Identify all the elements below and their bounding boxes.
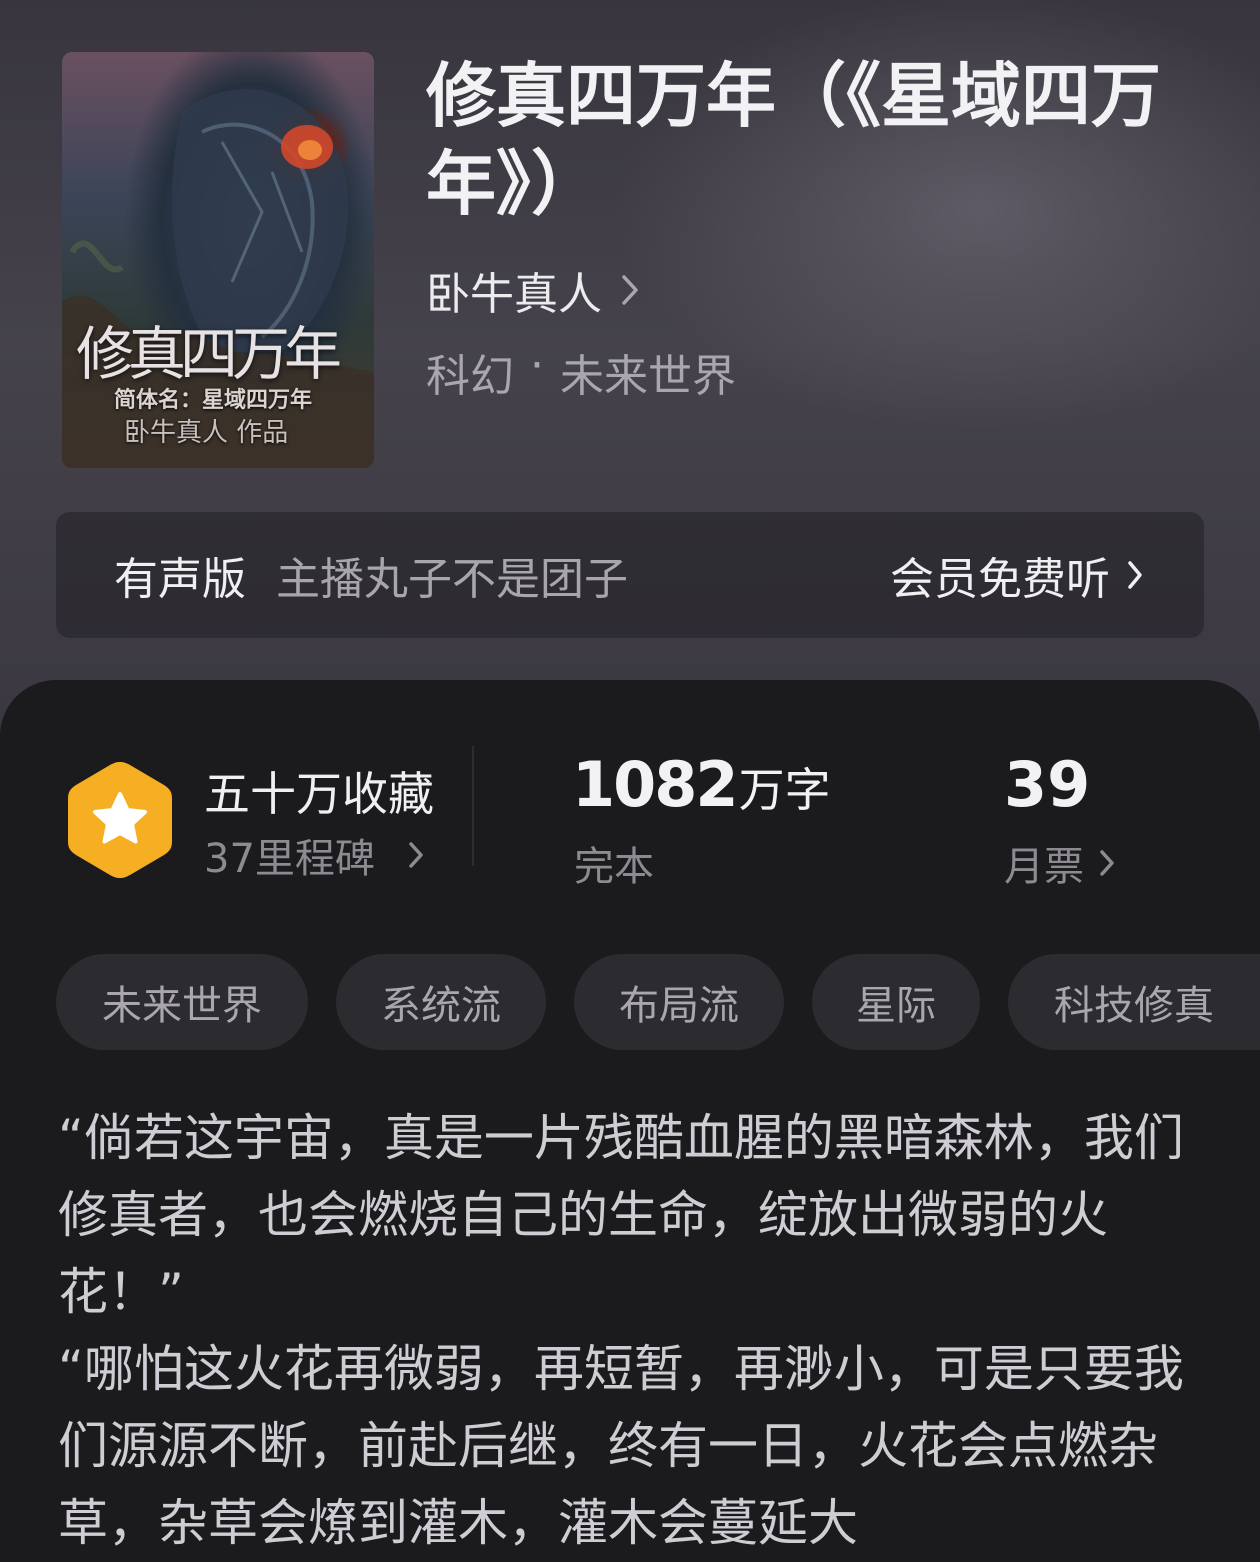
word-count-unit: 万字 xyxy=(738,763,831,817)
synopsis-paragraph: “哪怕这火花再微弱，再短暂，再渺小，可是只要我们源源不断，前赴后继，终有一日，火… xyxy=(58,1340,1184,1552)
audio-host: 主播丸子不是团子 xyxy=(276,554,628,605)
book-synopsis[interactable]: “倘若这宇宙，真是一片残酷血腥的黑暗森林，我们修真者，也会燃烧自己的生命，绽放出… xyxy=(58,1100,1208,1562)
tag-chip[interactable]: 布局流 xyxy=(574,954,784,1050)
genre-separator: · xyxy=(530,340,544,391)
chevron-right-icon xyxy=(409,842,423,868)
word-count-value: 1082 xyxy=(572,748,739,821)
cover-byline: 卧牛真人 作品 xyxy=(124,418,289,448)
monthly-tickets-link[interactable]: 月票 xyxy=(1004,834,1116,892)
chevron-right-icon xyxy=(1128,561,1142,589)
book-cover[interactable]: 修真四万年 简体名：星域四万年 卧牛真人 作品 xyxy=(62,52,374,468)
author-link[interactable]: 卧牛真人 xyxy=(426,258,640,322)
stats-divider xyxy=(472,746,474,866)
chevron-right-icon xyxy=(622,275,638,305)
completion-status: 完本 xyxy=(574,844,654,890)
audio-label: 有声版 xyxy=(114,554,246,605)
cover-title: 修真四万年 xyxy=(76,320,342,388)
author-name: 卧牛真人 xyxy=(426,269,602,320)
tag-chip[interactable]: 科技修真 xyxy=(1008,954,1260,1050)
genre-info: 科幻 · 未来世界 xyxy=(426,340,736,404)
milestones-link[interactable]: 37里程碑 xyxy=(204,826,425,884)
synopsis-paragraph: “倘若这宇宙，真是一片残酷血腥的黑暗森林，我们修真者，也会燃烧自己的生命，绽放出… xyxy=(58,1109,1184,1321)
tag-chip[interactable]: 系统流 xyxy=(336,954,546,1050)
free-listen-button[interactable]: 会员免费听 xyxy=(890,512,1144,638)
book-title: 修真四万年（《星域四万年》） xyxy=(426,54,1161,225)
genre-subcategory: 未来世界 xyxy=(560,351,736,402)
genre-category: 科幻 xyxy=(426,351,514,402)
tag-chip[interactable]: 星际 xyxy=(812,954,980,1050)
free-listen-label: 会员免费听 xyxy=(890,554,1110,605)
monthly-tickets-label: 月票 xyxy=(1004,844,1084,890)
milestones-label: 37里程碑 xyxy=(204,836,375,882)
tag-chip[interactable]: 未来世界 xyxy=(56,954,308,1050)
star-badge-icon xyxy=(68,762,172,878)
tag-list: 未来世界 系统流 布局流 星际 科技修真 xyxy=(56,954,1260,1050)
favorites-title: 五十万收藏 xyxy=(204,767,434,821)
word-count: 1082 万字 xyxy=(572,748,831,821)
monthly-tickets-value: 39 xyxy=(1004,748,1091,821)
audio-version-bar[interactable]: 有声版 主播丸子不是团子 会员免费听 xyxy=(56,512,1204,638)
chevron-right-icon xyxy=(1100,850,1114,876)
cover-subtitle: 简体名：星域四万年 xyxy=(114,388,313,413)
